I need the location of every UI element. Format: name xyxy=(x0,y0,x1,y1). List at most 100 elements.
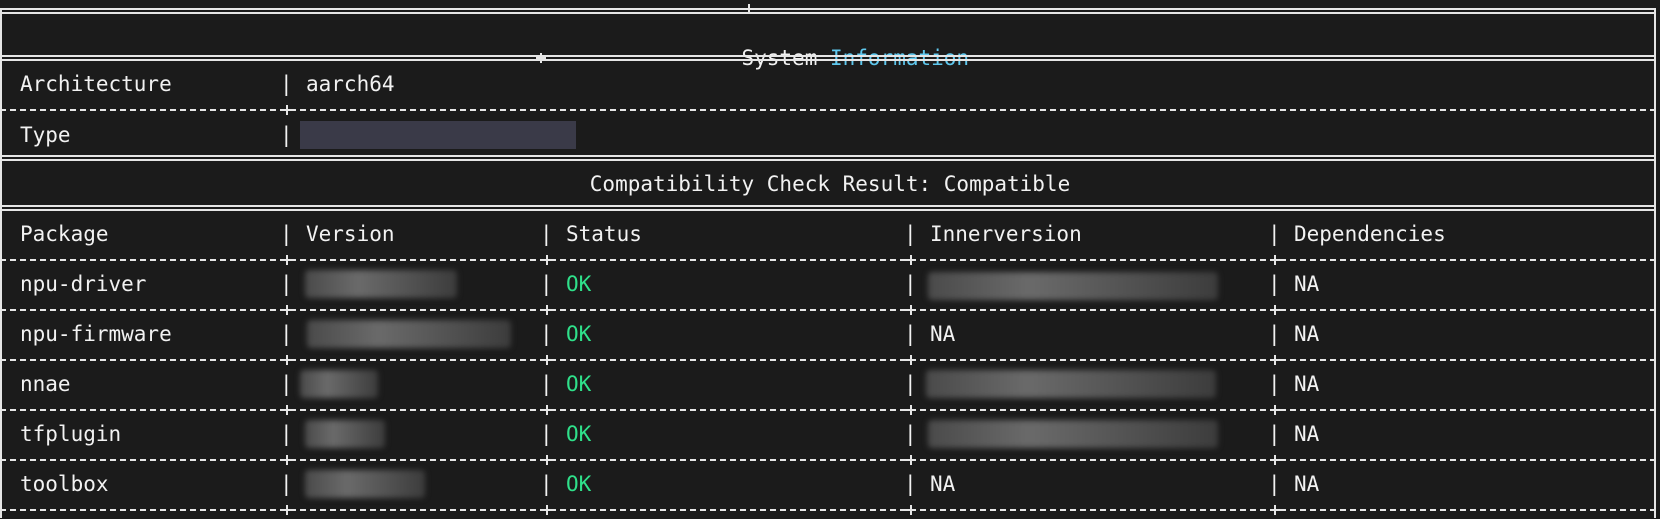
column-divider: | xyxy=(280,372,293,396)
redacted-version xyxy=(305,470,425,498)
separator-junction xyxy=(542,255,552,265)
redacted-innerversion xyxy=(928,420,1218,448)
separator-junction xyxy=(282,305,292,315)
status-ok: OK xyxy=(566,272,592,296)
separator-junction xyxy=(282,505,292,515)
column-divider: | xyxy=(540,222,553,246)
separator-junction xyxy=(906,305,916,315)
column-divider: | xyxy=(904,272,917,296)
column-divider: | xyxy=(280,222,293,246)
status-ok: OK xyxy=(566,372,592,396)
separator-junction xyxy=(536,53,546,63)
column-divider: | xyxy=(280,422,293,446)
separator-double xyxy=(0,55,1656,61)
column-divider: | xyxy=(1268,222,1281,246)
column-header-dependencies: Dependencies xyxy=(1294,222,1446,246)
column-divider: | xyxy=(540,322,553,346)
separator-double xyxy=(0,8,1656,14)
architecture-value: aarch64 xyxy=(306,72,395,96)
column-header-innerversion: Innerversion xyxy=(930,222,1082,246)
separator-junction xyxy=(542,455,552,465)
separator-junction xyxy=(542,355,552,365)
column-divider: | xyxy=(1268,372,1281,396)
column-divider: | xyxy=(540,422,553,446)
column-divider: | xyxy=(540,272,553,296)
innerversion-value: NA xyxy=(930,322,956,346)
column-divider: | xyxy=(540,472,553,496)
table-row-package: toolbox xyxy=(20,472,109,496)
terminal-window: System Information Architecture | aarch6… xyxy=(0,0,1660,519)
type-label: Type xyxy=(20,123,71,147)
separator-dashed xyxy=(0,409,1656,411)
separator-dashed xyxy=(0,359,1656,361)
separator-junction xyxy=(542,405,552,415)
table-row-package: npu-firmware xyxy=(20,322,172,346)
separator-junction xyxy=(906,505,916,515)
separator-double xyxy=(0,205,1656,211)
status-ok: OK xyxy=(566,472,592,496)
column-divider: | xyxy=(1268,472,1281,496)
dependencies-value: NA xyxy=(1294,272,1320,296)
architecture-label: Architecture xyxy=(20,72,172,96)
column-divider: | xyxy=(280,472,293,496)
separator-junction xyxy=(906,255,916,265)
status-ok: OK xyxy=(566,422,592,446)
separator-junction xyxy=(906,355,916,365)
dependencies-value: NA xyxy=(1294,372,1320,396)
separator-junction xyxy=(282,455,292,465)
column-divider: | xyxy=(280,72,293,96)
column-divider: | xyxy=(280,322,293,346)
redacted-innerversion xyxy=(928,272,1218,300)
separator-double xyxy=(0,155,1656,161)
column-header-status: Status xyxy=(566,222,642,246)
dependencies-value: NA xyxy=(1294,422,1320,446)
separator-junction xyxy=(282,105,292,115)
column-divider: | xyxy=(904,222,917,246)
column-divider: | xyxy=(1268,422,1281,446)
redacted-version xyxy=(305,420,385,448)
table-row-package: tfplugin xyxy=(20,422,122,446)
separator-dashed xyxy=(0,259,1656,261)
separator-junction xyxy=(542,505,552,515)
column-divider: | xyxy=(904,422,917,446)
column-header-version: Version xyxy=(306,222,395,246)
separator-junction xyxy=(1270,455,1280,465)
redacted-version xyxy=(300,370,378,398)
innerversion-value: NA xyxy=(930,472,956,496)
separator-junction xyxy=(282,255,292,265)
column-divider: | xyxy=(904,372,917,396)
dependencies-value: NA xyxy=(1294,322,1320,346)
separator-junction xyxy=(906,405,916,415)
redacted-version xyxy=(305,270,457,298)
column-divider: | xyxy=(904,322,917,346)
dependencies-value: NA xyxy=(1294,472,1320,496)
compatibility-result: Compatibility Check Result: Compatible xyxy=(589,172,1071,196)
separator-junction xyxy=(744,4,754,14)
separator-dashed xyxy=(0,459,1656,461)
separator-dashed xyxy=(0,109,1656,111)
column-divider: | xyxy=(1268,322,1281,346)
column-header-package: Package xyxy=(20,222,109,246)
separator-junction xyxy=(1270,505,1280,515)
separator-junction xyxy=(282,355,292,365)
redacted-version xyxy=(307,320,511,348)
redacted-type-value xyxy=(300,121,576,149)
redacted-innerversion xyxy=(926,370,1216,398)
column-divider: | xyxy=(1268,272,1281,296)
separator-junction xyxy=(906,455,916,465)
column-divider: | xyxy=(540,372,553,396)
separator-junction xyxy=(1270,405,1280,415)
separator-junction xyxy=(1270,355,1280,365)
column-divider: | xyxy=(280,272,293,296)
separator-junction xyxy=(542,305,552,315)
table-row-package: nnae xyxy=(20,372,71,396)
separator-junction xyxy=(1270,305,1280,315)
table-row-package: npu-driver xyxy=(20,272,147,296)
separator-junction xyxy=(282,405,292,415)
column-divider: | xyxy=(904,472,917,496)
separator-junction xyxy=(1270,255,1280,265)
separator-dashed xyxy=(0,309,1656,311)
status-ok: OK xyxy=(566,322,592,346)
separator-dashed xyxy=(0,509,1656,511)
column-divider: | xyxy=(280,123,293,147)
